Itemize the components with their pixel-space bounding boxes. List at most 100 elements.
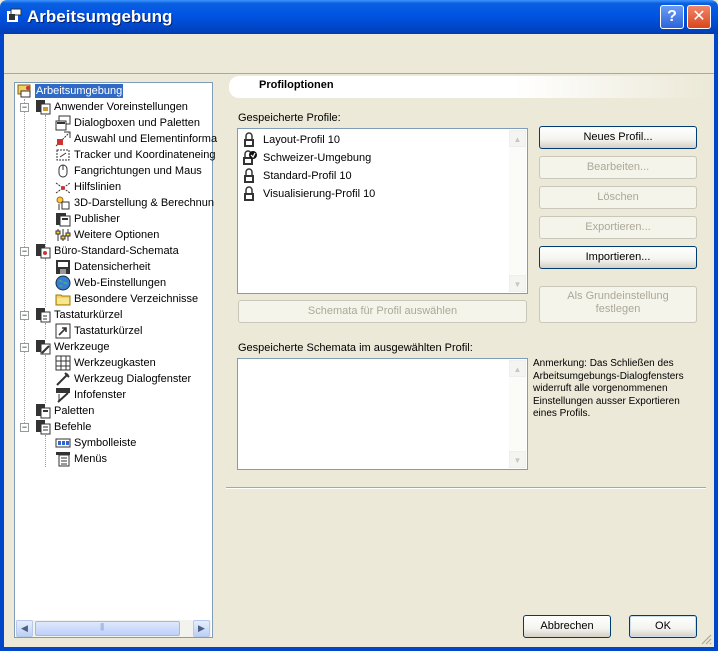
- expand-toggle[interactable]: −: [20, 247, 29, 256]
- app-icon: [7, 8, 22, 22]
- dialog-palette-icon: [55, 115, 71, 131]
- tree-item-anwender[interactable]: Anwender Voreinstellungen: [35, 99, 189, 115]
- tree-item-tracker[interactable]: Tracker und Koordinateneing: [55, 147, 216, 163]
- set-default-label-line1: Als Grundeinstellung: [567, 290, 669, 302]
- scroll-down-button[interactable]: ▼: [509, 275, 526, 292]
- tree-item-publisher[interactable]: Publisher: [55, 211, 121, 227]
- scroll-thumb[interactable]: [35, 621, 180, 636]
- profile-item[interactable]: Visualisierung-Profil 10: [241, 185, 375, 203]
- profile-label: Visualisierung-Profil 10: [263, 188, 376, 200]
- tree-item-label: Web-Einstellungen: [74, 277, 167, 289]
- cancel-button[interactable]: Abbrechen: [523, 615, 611, 638]
- tree-line: [45, 435, 46, 467]
- data-security-icon: [56, 260, 70, 274]
- set-default-button[interactable]: Als Grundeinstellung festlegen: [539, 286, 697, 323]
- settings-tree[interactable]: − − − − − Arbeitsumgebung Anwender Vorei…: [14, 82, 217, 638]
- globe-icon: [55, 275, 71, 291]
- scroll-right-button[interactable]: ▶: [193, 620, 210, 637]
- edit-button[interactable]: Bearbeiten...: [539, 156, 697, 179]
- tree-item-verzeichnisse[interactable]: Besondere Verzeichnisse: [55, 291, 199, 307]
- tree-item-paletten[interactable]: Paletten: [35, 403, 95, 419]
- tool-dialog-icon: [56, 372, 70, 386]
- tree-item-tastaturkuerzel[interactable]: Tastaturkürzel: [35, 307, 123, 323]
- tree-item-auswahl[interactable]: Auswahl und Elementinforma: [55, 131, 218, 147]
- tree-item-werkzeuge[interactable]: Werkzeuge: [35, 339, 110, 355]
- tree-horizontal-scrollbar[interactable]: ◀ ▶: [16, 620, 211, 637]
- guide-lines-icon: [55, 182, 71, 194]
- scroll-down-button[interactable]: ▼: [509, 451, 526, 468]
- tree-item-label: Tastaturkürzel: [74, 325, 143, 337]
- schemes-scrollbar[interactable]: ▲ ▼: [509, 360, 526, 468]
- tree-item-web-einstellungen[interactable]: Web-Einstellungen: [55, 275, 167, 291]
- tree-item-label: Publisher: [74, 213, 120, 225]
- palettes-icon: [36, 404, 51, 419]
- tree-item-symbolleiste[interactable]: Symbolleiste: [55, 435, 137, 451]
- tree-line: [45, 115, 46, 259]
- tracker-icon: [56, 149, 70, 161]
- profiles-scrollbar[interactable]: ▲ ▼: [509, 130, 526, 292]
- help-button[interactable]: ?: [660, 5, 684, 29]
- tree-item-label: Arbeitsumgebung: [35, 84, 124, 98]
- lock-check-icon: [243, 150, 257, 165]
- expand-toggle[interactable]: −: [20, 343, 29, 352]
- selection-icon: [55, 131, 71, 147]
- export-button[interactable]: Exportieren...: [539, 216, 697, 239]
- tree-item-label: Auswahl und Elementinforma: [74, 133, 218, 145]
- scroll-up-button[interactable]: ▲: [509, 360, 526, 377]
- saved-profiles-label: Gespeicherte Profile:: [238, 112, 341, 124]
- window-frame-bottom: [0, 647, 718, 651]
- tree-item-label: Datensicherheit: [74, 261, 151, 273]
- close-button[interactable]: ✕: [687, 5, 711, 29]
- profile-label: Standard-Profil 10: [263, 170, 352, 182]
- toolbar-area: [4, 34, 714, 74]
- commands-icon: [36, 420, 51, 435]
- tree-item-label: Werkzeug Dialogfenster: [74, 373, 192, 385]
- title-bar[interactable]: Arbeitsumgebung ? ✕: [0, 0, 718, 34]
- profiles-listbox[interactable]: Layout-Profil 10 Schweizer-Umgebung Stan…: [237, 128, 528, 294]
- import-button[interactable]: Importieren...: [539, 246, 697, 269]
- info-window-icon: [56, 388, 70, 403]
- expand-toggle[interactable]: −: [20, 311, 29, 320]
- tree-item-dialogboxen[interactable]: Dialogboxen und Paletten: [55, 115, 201, 131]
- keyboard-icon: [36, 308, 51, 323]
- schemes-listbox[interactable]: ▲ ▼: [237, 358, 528, 470]
- select-schemes-button[interactable]: Schemata für Profil auswählen: [238, 300, 527, 323]
- workspace-icon: [17, 84, 31, 98]
- section-title: Profiloptionen: [259, 79, 334, 91]
- tree-item-infofenster[interactable]: Infofenster: [55, 387, 127, 403]
- profile-item[interactable]: Schweizer-Umgebung: [241, 149, 371, 167]
- tree-item-label: Tastaturkürzel: [54, 309, 123, 321]
- 3d-render-icon: [56, 196, 70, 210]
- tree-item-label: Besondere Verzeichnisse: [74, 293, 199, 305]
- tree-item-hilfslinien[interactable]: Hilfslinien: [55, 179, 122, 195]
- tree-item-buero-standard[interactable]: Büro-Standard-Schemata: [35, 243, 180, 259]
- set-default-label-line2: festlegen: [595, 303, 641, 315]
- tools-icon: [36, 340, 51, 355]
- tree-item-label: Büro-Standard-Schemata: [54, 245, 179, 257]
- scroll-left-button[interactable]: ◀: [16, 620, 33, 637]
- expand-toggle[interactable]: −: [20, 423, 29, 432]
- delete-button[interactable]: Löschen: [539, 186, 697, 209]
- tree-item-weitere-optionen[interactable]: Weitere Optionen: [55, 227, 160, 243]
- profile-item[interactable]: Standard-Profil 10: [241, 167, 352, 185]
- tree-item-befehle[interactable]: Befehle: [35, 419, 92, 435]
- tree-item-arbeitsumgebung[interactable]: Arbeitsumgebung: [17, 83, 124, 99]
- tree-item-tastaturkuerzel-sub[interactable]: Tastaturkürzel: [55, 323, 143, 339]
- tree-item-fangrichtungen[interactable]: Fangrichtungen und Maus: [55, 163, 203, 179]
- resize-grip-icon[interactable]: [700, 633, 712, 645]
- tree-item-label: 3D-Darstellung & Berechnun: [74, 197, 215, 209]
- tree-line: [45, 355, 46, 403]
- tree-item-werkzeug-dialogfenster[interactable]: Werkzeug Dialogfenster: [55, 371, 192, 387]
- tree-item-label: Dialogboxen und Paletten: [74, 117, 200, 129]
- tree-item-menues[interactable]: Menüs: [55, 451, 108, 467]
- tree-item-3d-darstellung[interactable]: 3D-Darstellung & Berechnun: [55, 195, 215, 211]
- new-profile-button[interactable]: Neues Profil...: [539, 126, 697, 149]
- scroll-up-button[interactable]: ▲: [509, 130, 526, 147]
- publisher-icon: [56, 213, 71, 227]
- ok-button[interactable]: OK: [629, 615, 697, 638]
- tree-item-label: Tracker und Koordinateneing: [74, 149, 216, 161]
- tree-item-datensicherheit[interactable]: Datensicherheit: [55, 259, 151, 275]
- profile-item[interactable]: Layout-Profil 10: [241, 131, 340, 149]
- expand-toggle[interactable]: −: [20, 103, 29, 112]
- tree-item-werkzeugkasten[interactable]: Werkzeugkasten: [55, 355, 157, 371]
